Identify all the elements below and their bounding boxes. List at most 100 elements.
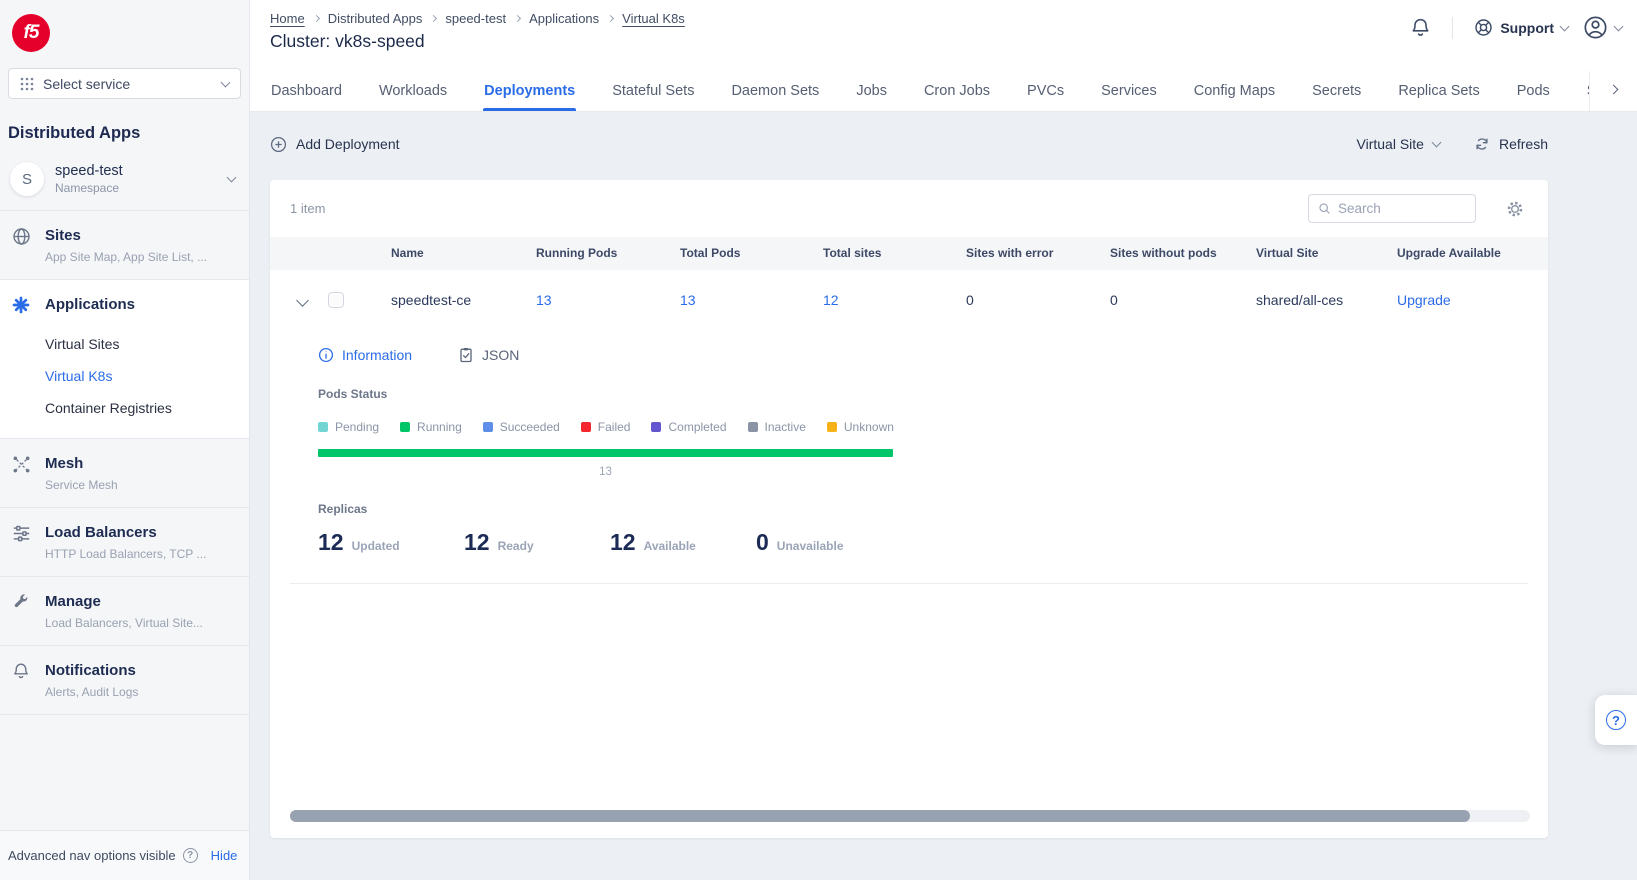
- legend-swatch: [748, 422, 758, 432]
- sidebar-item-load-balancers[interactable]: Load Balancers HTTP Load Balancers, TCP …: [0, 508, 249, 577]
- tab-services[interactable]: Services: [1100, 71, 1158, 111]
- tab-config-maps[interactable]: Config Maps: [1193, 71, 1276, 111]
- sidebar: f5 Select service Distributed Apps S spe…: [0, 0, 250, 880]
- tab-jobs[interactable]: Jobs: [855, 71, 888, 111]
- sidebar-item-manage[interactable]: Manage Load Balancers, Virtual Site...: [0, 577, 249, 646]
- tab-daemon-sets[interactable]: Daemon Sets: [730, 71, 820, 111]
- sidebar-item-notifications[interactable]: Notifications Alerts, Audit Logs: [0, 646, 249, 715]
- replicas-title: Replicas: [318, 502, 1528, 516]
- tab-replica-sets[interactable]: Replica Sets: [1397, 71, 1480, 111]
- sidebar-item-mesh[interactable]: Mesh Service Mesh: [0, 439, 249, 508]
- chevron-right-icon: [430, 14, 437, 21]
- breadcrumb-applications[interactable]: Applications: [529, 11, 599, 26]
- hide-link[interactable]: Hide: [211, 848, 238, 863]
- pods-status-title: Pods Status: [318, 387, 1528, 401]
- tab-deployments[interactable]: Deployments: [483, 71, 576, 111]
- search-input[interactable]: [1338, 201, 1466, 216]
- refresh-icon: [1474, 136, 1490, 152]
- tab-dashboard[interactable]: Dashboard: [270, 71, 343, 111]
- select-service-dropdown[interactable]: Select service: [8, 68, 241, 99]
- detail-tab-information[interactable]: Information: [318, 347, 412, 363]
- tab-stateful-sets[interactable]: Stateful Sets: [611, 71, 695, 111]
- sidebar-item-applications[interactable]: Applications Virtual Sites Virtual K8s C…: [0, 280, 249, 439]
- stat-label: Updated: [352, 539, 400, 553]
- stat-value: 12: [610, 529, 636, 556]
- breadcrumb-virtual-k8s[interactable]: Virtual K8s: [622, 11, 685, 26]
- pods-status-bar-value: 13: [318, 466, 893, 478]
- col-total-sites: Total sites: [823, 237, 881, 270]
- col-virtual-site: Virtual Site: [1256, 237, 1318, 270]
- table-toolbar: 1 item: [270, 180, 1548, 237]
- add-deployment-button[interactable]: Add Deployment: [270, 136, 400, 153]
- bell-icon: [1410, 17, 1431, 38]
- stat-unavailable: 0 Unavailable: [756, 529, 902, 556]
- tabs-scroll-right-button[interactable]: [1589, 71, 1637, 111]
- chevron-right-icon: [313, 14, 320, 21]
- col-upgrade-available: Upgrade Available: [1397, 237, 1501, 270]
- col-total-pods: Total Pods: [680, 237, 740, 270]
- notifications-bell-button[interactable]: [1410, 17, 1431, 38]
- help-floating-button[interactable]: ?: [1595, 695, 1637, 745]
- stat-value: 12: [318, 529, 344, 556]
- detail-tab-json[interactable]: JSON: [458, 347, 519, 363]
- sidebar-item-subtitle: Service Mesh: [45, 478, 118, 493]
- namespace-name: speed-test: [55, 163, 123, 179]
- breadcrumb-distributed-apps[interactable]: Distributed Apps: [328, 11, 423, 26]
- legend-item-completed: Completed: [651, 420, 726, 434]
- help-circle-icon[interactable]: ?: [183, 848, 198, 863]
- page-title: Cluster: vk8s-speed: [270, 31, 425, 52]
- wrench-icon: [12, 593, 32, 631]
- table-row: speedtest-ce 13 13 12 0 0 shared/all-ces…: [270, 270, 1548, 330]
- breadcrumb-home[interactable]: Home: [270, 11, 305, 26]
- sidebar-item-label: Load Balancers: [45, 523, 206, 543]
- account-menu[interactable]: [1583, 15, 1622, 40]
- row-checkbox[interactable]: [328, 292, 344, 308]
- row-expand-chevron[interactable]: [296, 294, 309, 307]
- legend-item-succeeded: Succeeded: [483, 420, 560, 434]
- tab-secrets[interactable]: Secrets: [1311, 71, 1362, 111]
- deployment-name: speedtest-ce: [391, 270, 471, 330]
- total-pods-link[interactable]: 13: [680, 270, 696, 330]
- grid-icon: [20, 77, 34, 91]
- stat-label: Unavailable: [777, 539, 844, 553]
- clipboard-check-icon: [458, 347, 474, 363]
- table-settings-gear-icon[interactable]: [1506, 200, 1524, 218]
- header-actions: Support: [1410, 15, 1622, 40]
- namespace-avatar: S: [10, 162, 44, 196]
- sites-without-pods-value: 0: [1110, 270, 1118, 330]
- legend-label: Completed: [668, 420, 726, 434]
- legend-label: Succeeded: [500, 420, 560, 434]
- horizontal-scrollbar-track[interactable]: [290, 810, 1530, 822]
- total-sites-link[interactable]: 12: [823, 270, 839, 330]
- cluster-tabs: Dashboard Workloads Deployments Stateful…: [270, 71, 1637, 111]
- sidebar-item-sites[interactable]: Sites App Site Map, App Site List, ...: [0, 211, 249, 280]
- json-tab-label: JSON: [482, 347, 519, 363]
- tab-pvcs[interactable]: PVCs: [1026, 71, 1065, 111]
- col-running-pods: Running Pods: [536, 237, 617, 270]
- legend-label: Unknown: [844, 420, 894, 434]
- info-circle-icon: [318, 347, 334, 363]
- sidebar-item-label: Notifications: [45, 661, 138, 681]
- user-avatar-icon: [1583, 15, 1608, 40]
- sidebar-item-container-registries[interactable]: Container Registries: [45, 392, 172, 424]
- tab-cron-jobs[interactable]: Cron Jobs: [923, 71, 991, 111]
- chevron-down-icon: [1614, 21, 1624, 31]
- legend-item-running: Running: [400, 420, 462, 434]
- breadcrumb-namespace[interactable]: speed-test: [445, 11, 506, 26]
- support-menu[interactable]: Support: [1474, 18, 1568, 37]
- divider: [1452, 17, 1453, 39]
- legend-swatch: [483, 422, 493, 432]
- horizontal-scrollbar-thumb[interactable]: [290, 810, 1470, 822]
- sidebar-item-virtual-sites[interactable]: Virtual Sites: [45, 328, 172, 360]
- sidebar-item-virtual-k8s[interactable]: Virtual K8s: [45, 360, 172, 392]
- tab-pods[interactable]: Pods: [1516, 71, 1551, 111]
- upgrade-link[interactable]: Upgrade: [1397, 270, 1451, 330]
- search-icon: [1318, 201, 1331, 216]
- virtual-site-dropdown[interactable]: Virtual Site: [1357, 136, 1440, 152]
- tab-workloads[interactable]: Workloads: [378, 71, 448, 111]
- namespace-selector[interactable]: S speed-test Namespace: [6, 156, 243, 210]
- refresh-button[interactable]: Refresh: [1474, 136, 1548, 152]
- applications-icon: [12, 296, 32, 424]
- pods-status-bar-wrap: 13: [318, 449, 893, 478]
- running-pods-link[interactable]: 13: [536, 270, 552, 330]
